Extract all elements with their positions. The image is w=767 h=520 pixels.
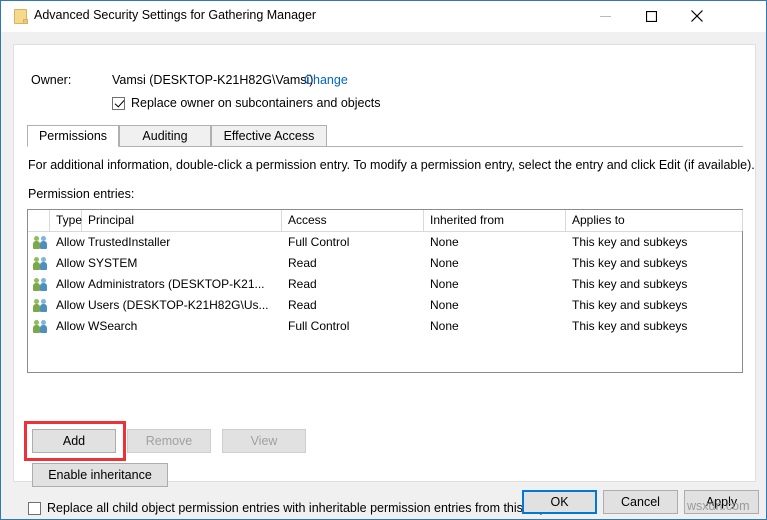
- cell-applies-to: This key and subkeys: [572, 256, 688, 270]
- cell-principal: WSearch: [88, 319, 138, 333]
- cell-applies-to: This key and subkeys: [572, 277, 688, 291]
- permission-entries-label: Permission entries:: [28, 187, 135, 201]
- remove-button: Remove: [127, 429, 211, 453]
- replace-owner-checkbox-row[interactable]: Replace owner on subcontainers and objec…: [112, 96, 380, 110]
- cell-access: Full Control: [288, 235, 350, 249]
- cell-principal: SYSTEM: [88, 256, 138, 270]
- cell-inherited-from: None: [430, 319, 459, 333]
- cell-inherited-from: None: [430, 235, 459, 249]
- column-header-access[interactable]: Access: [282, 210, 424, 231]
- table-row[interactable]: Allow Users (DESKTOP-K21H82G\Us... Read …: [28, 295, 742, 316]
- permission-entries-list[interactable]: Type Principal Access Inherited from App…: [27, 209, 743, 373]
- users-group-icon: [33, 257, 49, 271]
- tab-auditing[interactable]: Auditing: [119, 125, 211, 147]
- cell-applies-to: This key and subkeys: [572, 298, 688, 312]
- cell-inherited-from: None: [430, 298, 459, 312]
- cell-access: Read: [288, 277, 317, 291]
- column-header-icon[interactable]: [28, 210, 50, 231]
- column-header-principal[interactable]: Principal: [82, 210, 282, 231]
- content-panel: Owner: Vamsi (DESKTOP-K21H82G\Vamsi) Cha…: [13, 44, 756, 515]
- table-row[interactable]: Allow TrustedInstaller Full Control None…: [28, 232, 742, 253]
- owner-value: Vamsi (DESKTOP-K21H82G\Vamsi): [112, 73, 314, 87]
- cell-access: Full Control: [288, 319, 350, 333]
- tab-permissions[interactable]: Permissions: [27, 125, 119, 147]
- column-header-type[interactable]: Type: [50, 210, 82, 231]
- replace-all-checkbox-row[interactable]: Replace all child object permission entr…: [28, 501, 560, 515]
- cell-access: Read: [288, 256, 317, 270]
- add-button[interactable]: Add: [32, 429, 116, 453]
- cell-applies-to: This key and subkeys: [572, 319, 688, 333]
- view-button: View: [222, 429, 306, 453]
- window-title: Advanced Security Settings for Gathering…: [34, 8, 317, 22]
- cell-inherited-from: None: [430, 277, 459, 291]
- cell-access: Read: [288, 298, 317, 312]
- cell-principal: Users (DESKTOP-K21H82G\Us...: [88, 298, 269, 312]
- replace-all-label: Replace all child object permission entr…: [47, 501, 560, 515]
- users-group-icon: [33, 236, 49, 250]
- title-bar: Advanced Security Settings for Gathering…: [1, 1, 766, 32]
- cancel-button[interactable]: Cancel: [603, 490, 678, 514]
- list-header: Type Principal Access Inherited from App…: [28, 210, 743, 232]
- advanced-security-settings-window: Advanced Security Settings for Gathering…: [0, 0, 767, 520]
- cell-principal: Administrators (DESKTOP-K21...: [88, 277, 265, 291]
- cell-inherited-from: None: [430, 256, 459, 270]
- cell-principal: TrustedInstaller: [88, 235, 171, 249]
- replace-owner-checkbox[interactable]: [112, 96, 125, 110]
- enable-inheritance-button[interactable]: Enable inheritance: [32, 463, 168, 487]
- table-row[interactable]: Allow SYSTEM Read None This key and subk…: [28, 253, 742, 274]
- apply-button[interactable]: Apply: [684, 490, 759, 514]
- table-row[interactable]: Allow Administrators (DESKTOP-K21... Rea…: [28, 274, 742, 295]
- maximize-icon[interactable]: [628, 1, 674, 31]
- users-group-icon: [33, 278, 49, 292]
- close-icon[interactable]: [674, 1, 720, 31]
- users-group-icon: [33, 299, 49, 313]
- folder-key-icon: [14, 9, 28, 24]
- info-text: For additional information, double-click…: [28, 158, 755, 172]
- column-header-inherited-from[interactable]: Inherited from: [424, 210, 566, 231]
- tab-strip: Permissions Auditing Effective Access: [27, 125, 743, 147]
- replace-owner-label: Replace owner on subcontainers and objec…: [131, 96, 381, 110]
- tab-effective-access[interactable]: Effective Access: [211, 125, 327, 147]
- table-row[interactable]: Allow WSearch Full Control None This key…: [28, 316, 742, 337]
- ok-button[interactable]: OK: [522, 490, 597, 514]
- cell-applies-to: This key and subkeys: [572, 235, 688, 249]
- change-owner-link[interactable]: Change: [304, 73, 348, 87]
- minimize-icon[interactable]: [582, 1, 628, 31]
- replace-all-checkbox[interactable]: [28, 501, 41, 515]
- users-group-icon: [33, 320, 49, 334]
- owner-label: Owner:: [31, 73, 72, 87]
- column-header-applies-to[interactable]: Applies to: [566, 210, 743, 231]
